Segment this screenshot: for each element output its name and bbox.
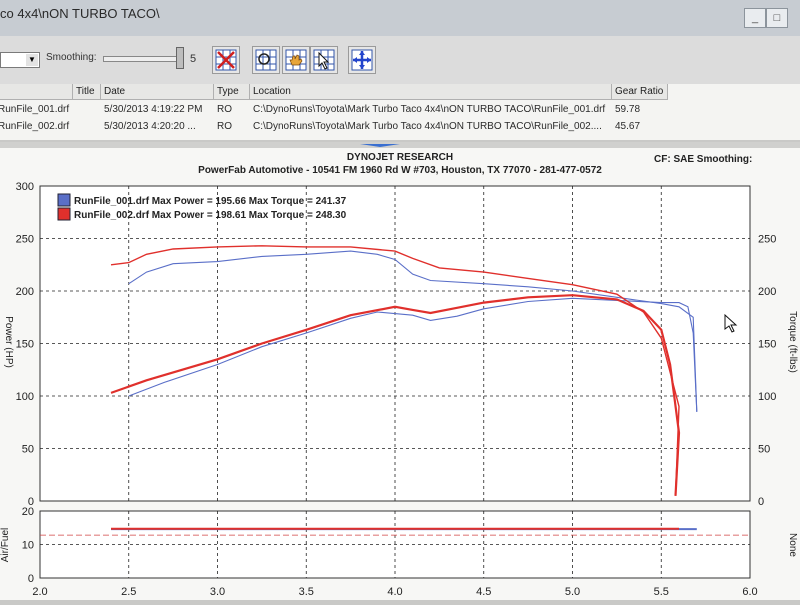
dyno-report: DYNOJET RESEARCH PowerFab Automotive - 1… (0, 142, 800, 600)
x-tick-label: 4.0 (387, 586, 402, 598)
run-selector-dropdown[interactable]: ▼ (0, 52, 40, 68)
y-tick-label: 300 (16, 181, 34, 193)
cursor-grid-icon (313, 49, 335, 71)
x-tick-label: 4.5 (476, 586, 491, 598)
row-type: RO (217, 121, 232, 132)
row-location: C:\DynoRuns\Toyota\Mark Turbo Taco 4x4\n… (253, 121, 602, 132)
smoothing-slider-thumb[interactable] (176, 47, 184, 69)
af-axis-ticks: 0 10 20 (22, 506, 34, 585)
x-tick-label: 2.0 (32, 586, 47, 598)
chevron-down-icon: ▼ (26, 54, 38, 66)
row-file: RunFile_002.drf (0, 121, 69, 132)
smoothing-value: 5 (190, 53, 196, 65)
af-y-tick-label: 20 (22, 506, 34, 518)
x-tick-label: 3.5 (299, 586, 314, 598)
y-tick-label: 250 (16, 234, 34, 246)
select-graph-button[interactable] (310, 46, 338, 74)
hand-grid-icon (285, 49, 307, 71)
minimize-button[interactable]: _ (744, 8, 766, 28)
smoothing-label: Smoothing: (46, 52, 97, 63)
row-date: 5/30/2013 4:19:22 PM (104, 104, 202, 115)
legend-entry-run2: RunFile_002.drf Max Power = 198.61 Max T… (74, 210, 347, 221)
x-tick-label: 5.5 (654, 586, 669, 598)
dyno-chart: DYNOJET RESEARCH PowerFab Automotive - 1… (0, 142, 800, 600)
column-header-title[interactable]: Title (73, 84, 101, 100)
smoothing-slider[interactable] (103, 56, 180, 62)
row-gear-ratio: 45.67 (615, 121, 640, 132)
row-date: 5/30/2013 4:20:20 ... (104, 121, 196, 132)
x-axis-ticks: 2.0 2.5 3.0 3.5 4.0 4.5 5.0 5.5 6.0 (32, 586, 757, 598)
x-tick-label: 3.0 (210, 586, 225, 598)
report-cf-smoothing: CF: SAE Smoothing: (654, 154, 752, 165)
move-cursor-button[interactable] (348, 46, 376, 74)
af-right-axis-label: None (787, 533, 798, 557)
row-gear-ratio: 59.78 (615, 104, 640, 115)
legend-swatch-run2 (58, 208, 70, 220)
y2-tick-label: 200 (758, 286, 776, 298)
window-titlebar: co 4x4\nON TURBO TACO\ _ □ (0, 0, 800, 37)
y-axis-label: Power (HP) (3, 316, 14, 368)
af-axis-label: Air/Fuel (0, 528, 11, 562)
y2-tick-label: 100 (758, 391, 776, 403)
run-file-list: Title Date Type Location Gear Ratio RunF… (0, 84, 800, 140)
column-header-file[interactable] (0, 84, 73, 100)
maximize-button[interactable]: □ (766, 8, 788, 28)
af-y-tick-label: 10 (22, 540, 34, 552)
y2-axis-label: Torque (ft-lbs) (787, 311, 798, 373)
zoom-grid-icon (255, 49, 277, 71)
column-header-date[interactable]: Date (101, 84, 214, 100)
y2-tick-label: 0 (758, 496, 764, 508)
window-title: co 4x4\nON TURBO TACO\ (0, 6, 160, 21)
row-type: RO (217, 104, 232, 115)
y2-tick-label: 150 (758, 339, 776, 351)
column-header-location[interactable]: Location (250, 84, 612, 100)
legend-swatch-run1 (58, 194, 70, 206)
x-tick-label: 2.5 (121, 586, 136, 598)
toolbar: ▼ Smoothing: 5 (0, 36, 800, 85)
pan-graph-button[interactable] (282, 46, 310, 74)
report-address: PowerFab Automotive - 10541 FM 1960 Rd W… (198, 165, 602, 176)
y-tick-label: 200 (16, 286, 34, 298)
af-y-tick-label: 0 (28, 573, 34, 585)
legend-entry-run1: RunFile_001.drf Max Power = 195.66 Max T… (74, 196, 347, 207)
y-tick-label: 50 (22, 444, 34, 456)
report-header: DYNOJET RESEARCH (347, 152, 453, 163)
crosshair-icon (351, 49, 373, 71)
column-header-type[interactable]: Type (214, 84, 250, 100)
clear-graph-button[interactable] (212, 46, 240, 74)
row-file: RunFile_001.drf (0, 104, 69, 115)
splitter-bar[interactable] (0, 142, 800, 148)
grid-cross-icon (215, 49, 237, 71)
column-header-gear-ratio[interactable]: Gear Ratio (612, 84, 668, 100)
y2-tick-label: 50 (758, 444, 770, 456)
y-tick-label: 100 (16, 391, 34, 403)
x-tick-label: 5.0 (565, 586, 580, 598)
x-tick-label: 6.0 (742, 586, 757, 598)
y2-tick-label: 250 (758, 234, 776, 246)
row-location: C:\DynoRuns\Toyota\Mark Turbo Taco 4x4\n… (253, 104, 605, 115)
y-tick-label: 150 (16, 339, 34, 351)
zoom-graph-button[interactable] (252, 46, 280, 74)
